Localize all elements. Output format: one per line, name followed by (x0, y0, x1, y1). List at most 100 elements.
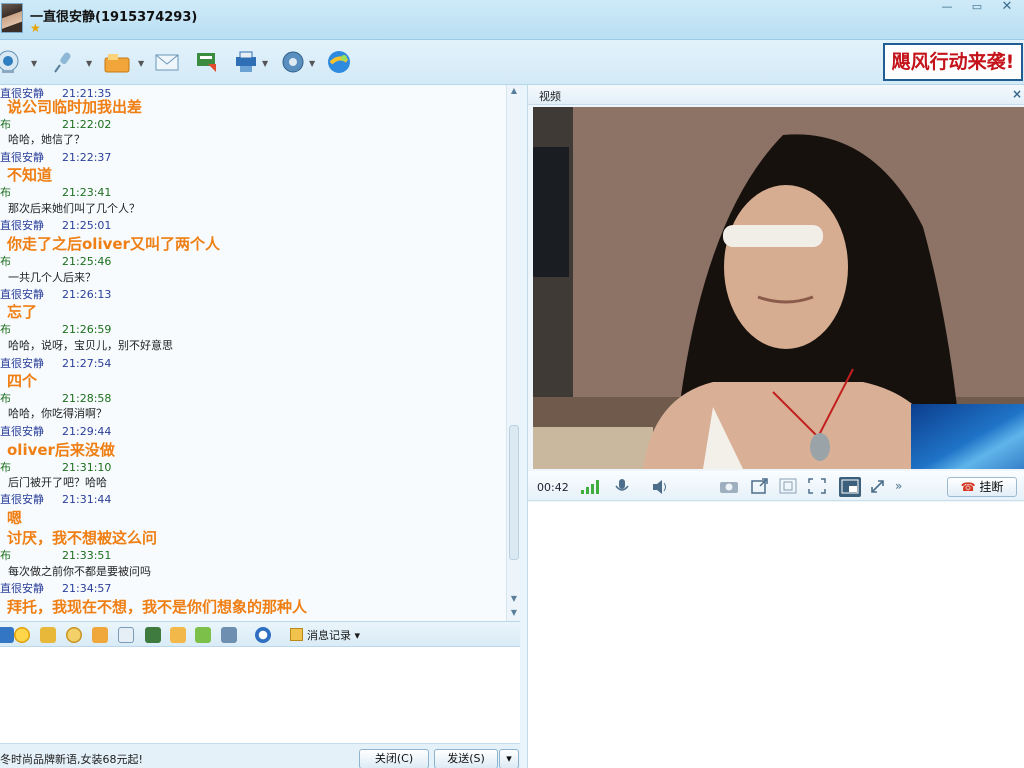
sender-name: 直很安静 (0, 288, 44, 301)
message-time: 21:25:01 (62, 219, 112, 232)
close-icon[interactable]: × (1012, 87, 1022, 101)
message-time: 21:25:46 (62, 255, 112, 268)
message-text: 那次后来她们叫了几个人？ (8, 202, 140, 215)
magic-emoji-icon[interactable] (40, 627, 56, 643)
picture-in-picture-icon[interactable] (839, 477, 861, 497)
voice-icon[interactable] (50, 48, 78, 76)
scroll-bottom-icon[interactable]: ▼ (508, 607, 520, 619)
message-header: 直很安静 21:25:01 (0, 217, 111, 233)
sender-name: 直很安静 (0, 151, 44, 164)
message-header: 布 21:31:10 (0, 459, 111, 475)
qzone-icon[interactable] (325, 48, 353, 76)
message-text: oliver后来没做 (7, 441, 115, 459)
sender-name: 布 (0, 461, 11, 474)
message-header: 布 21:22:02 (0, 116, 111, 132)
app-menu-icon[interactable] (221, 627, 237, 643)
message-text: 哈哈，你吃得消啊？ (8, 407, 107, 420)
message-header: 直很安静 21:31:44 (0, 491, 111, 507)
message-text: 不知道 (7, 166, 53, 184)
scrollbar[interactable]: ▲ ▼ ▼ (506, 85, 520, 621)
message-time: 21:23:41 (62, 186, 112, 199)
speaker-icon[interactable] (651, 478, 669, 494)
message-time: 21:33:51 (62, 549, 112, 562)
video-panel: 视频 × 00:42 » ☎ 挂断 (527, 85, 1024, 768)
shake-icon[interactable] (66, 627, 82, 643)
sender-name: 布 (0, 392, 11, 405)
scroll-down-icon[interactable]: ▼ (508, 593, 520, 605)
message-time: 21:27:54 (62, 357, 112, 370)
signal-icon (580, 478, 599, 494)
message-text: 说公司临时加我出差 (7, 98, 143, 116)
sender-name: 直很安静 (0, 219, 44, 232)
chevron-down-icon[interactable]: ▼ (31, 59, 37, 68)
chevron-down-icon[interactable]: ▼ (86, 59, 92, 68)
title-bar: 一直很安静(1915374293) ★ — ▭ ✕ (0, 0, 1024, 40)
scroll-thumb[interactable] (509, 425, 519, 560)
message-text: 后门被开了吧？哈哈 (8, 476, 107, 489)
message-text: 忘了 (7, 303, 38, 321)
message-time: 21:34:57 (62, 582, 112, 595)
message-header: 布 21:28:58 (0, 390, 111, 406)
message-history: 直很安静 21:21:35 说公司临时加我出差布 21:22:02 哈哈，她信了？ 直很安… (0, 85, 506, 621)
message-time: 21:26:59 (62, 323, 112, 336)
message-text: 拜托，我现在不想，我不是你们想象的那种人 (7, 598, 308, 616)
message-text: 讨厌，我不想被这么问 (7, 529, 158, 547)
music-icon[interactable] (170, 627, 186, 643)
send-button[interactable]: 发送(S) (434, 749, 498, 768)
file-transfer-icon[interactable] (103, 48, 131, 76)
send-options-button[interactable]: ▾ (499, 749, 519, 768)
webcam-icon[interactable] (0, 48, 22, 76)
close-icon[interactable]: ✕ (994, 0, 1020, 15)
message-header: 布 21:25:46 (0, 253, 111, 269)
message-time: 21:31:10 (62, 461, 112, 474)
call-timer: 00:42 (537, 481, 569, 494)
microphone-icon[interactable] (613, 478, 631, 494)
message-history-button[interactable]: 消息记录 ▾ (290, 627, 360, 643)
window-title: 一直很安静(1915374293) (30, 10, 198, 25)
swap-icon[interactable] (869, 478, 887, 494)
settings-icon[interactable] (279, 48, 307, 76)
video-title: 视频 (539, 90, 561, 103)
star-icon: ★ (30, 21, 41, 35)
phone-icon: ☎ (960, 480, 976, 494)
ad-banner[interactable]: 飓风行动来袭! (883, 43, 1023, 81)
message-text: 哈哈，她信了？ (8, 133, 85, 146)
search-icon[interactable] (255, 627, 271, 643)
popout-icon[interactable] (751, 478, 769, 494)
close-button[interactable]: 关闭(C) (359, 749, 429, 768)
sender-name: 直很安静 (0, 357, 44, 370)
fullscreen-icon[interactable] (808, 478, 826, 494)
toolbar: ▼ ▼ ▼ ▼ ▼ 飓风行动来袭! (0, 40, 1024, 85)
font-icon[interactable] (0, 627, 14, 643)
sms-icon[interactable] (193, 48, 221, 76)
maximize-icon[interactable]: ▭ (964, 1, 990, 15)
message-input[interactable] (0, 647, 520, 743)
sender-name: 布 (0, 255, 11, 268)
minimize-icon[interactable]: — (934, 1, 960, 15)
screenshot-icon[interactable] (118, 627, 134, 643)
image-icon[interactable] (145, 627, 161, 643)
sender-name: 布 (0, 118, 11, 131)
more-icon[interactable]: » (895, 479, 913, 495)
message-header: 布 21:26:59 (0, 321, 111, 337)
avatar[interactable] (1, 3, 23, 33)
chevron-down-icon[interactable]: ▼ (262, 59, 268, 68)
hangup-button[interactable]: ☎ 挂断 (947, 477, 1017, 497)
scroll-up-icon[interactable]: ▲ (508, 85, 520, 97)
chat-panel: 直很安静 21:21:35 说公司临时加我出差布 21:22:02 哈哈，她信了？ 直很安… (0, 85, 520, 768)
video-frame (533, 107, 1024, 469)
voice-message-icon[interactable] (92, 627, 108, 643)
message-time: 21:31:44 (62, 493, 112, 506)
chevron-down-icon[interactable]: ▼ (309, 59, 315, 68)
email-icon[interactable] (153, 48, 181, 76)
ad-link[interactable]: 冬时尚品牌新语,女装68元起! (0, 751, 143, 767)
gift-icon[interactable] (195, 627, 211, 643)
emoji-icon[interactable] (14, 627, 30, 643)
fit-screen-icon[interactable] (779, 478, 797, 494)
message-text: 四个 (7, 372, 38, 390)
app-icon[interactable] (232, 48, 260, 76)
message-text: 每次做之前你不都是要被问吗 (8, 565, 151, 578)
message-time: 21:22:37 (62, 151, 112, 164)
chevron-down-icon[interactable]: ▼ (138, 59, 144, 68)
camera-icon[interactable] (719, 478, 738, 494)
